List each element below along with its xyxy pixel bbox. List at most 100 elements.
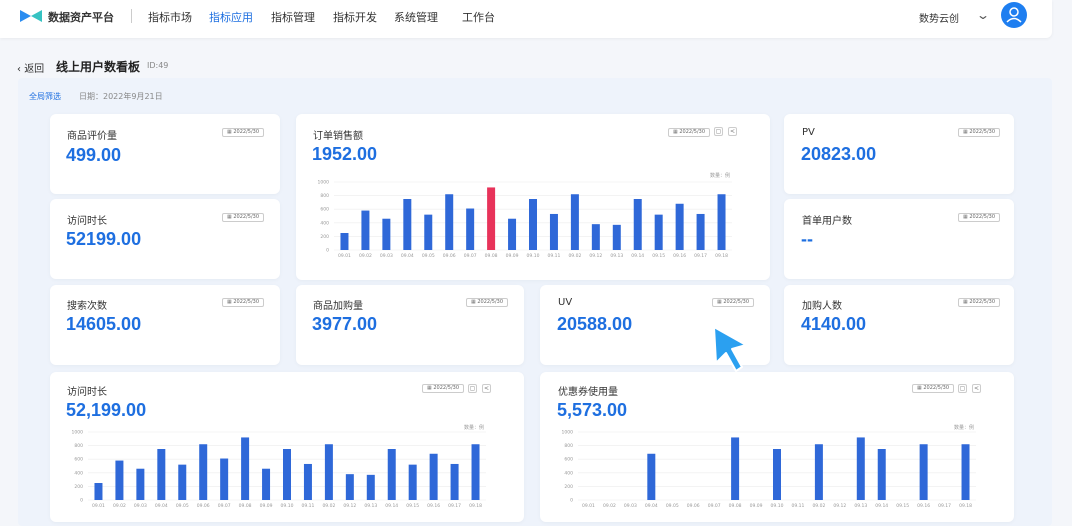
card-value: 52199.00 [66, 229, 142, 249]
chart-bar [283, 449, 291, 500]
chart-bar [961, 444, 970, 500]
x-tick-label: 09.14 [875, 503, 888, 509]
chart-bar [303, 463, 312, 500]
chart-bar [731, 437, 740, 500]
y-tick-label: 600 [320, 207, 329, 213]
x-tick-label: 09.01 [338, 253, 351, 259]
chart-bar [408, 464, 417, 500]
chart-bar [262, 468, 271, 500]
chart-bar [647, 453, 656, 500]
x-tick-label: 09.06 [687, 503, 700, 509]
chart-bar [633, 199, 642, 250]
global-filter-link[interactable]: 全局筛选 [29, 91, 61, 102]
x-tick-label: 09.02 [603, 503, 616, 509]
chart-bar [773, 449, 781, 500]
chevron-down-icon[interactable]: ⌄ [976, 8, 990, 22]
x-tick-label: 09.05 [176, 503, 189, 509]
chart-bar [220, 458, 229, 500]
chart-bar [366, 474, 375, 500]
x-tick-label: 09.10 [771, 503, 784, 509]
chart-bar [570, 194, 579, 250]
chart-bar [178, 464, 187, 500]
card-title: 首单用户数 [802, 216, 852, 227]
x-tick-label: 09.06 [197, 503, 210, 509]
x-tick-label: 09.11 [792, 503, 805, 509]
x-tick-label: 09.10 [281, 503, 294, 509]
user-avatar[interactable] [1001, 2, 1027, 28]
chart-bar [324, 444, 333, 500]
x-tick-label: 09.07 [218, 503, 231, 509]
y-tick-label: 1000 [72, 430, 84, 436]
x-tick-label: 09.12 [589, 253, 602, 259]
x-tick-label: 09.12 [833, 503, 846, 509]
page-title: 线上用户数看板 [56, 60, 141, 74]
chart-bar [675, 203, 684, 250]
date-picker[interactable]: 2022/5/30 [958, 213, 1000, 222]
card-value: 20588.00 [557, 314, 633, 334]
y-tick-label: 0 [326, 248, 329, 254]
chart-bar [136, 468, 145, 500]
chart-bar [612, 224, 621, 250]
y-tick-label: 200 [564, 484, 573, 490]
sales-bar-chart: 0 200 400 600 800 1000 09.01 09.02 09.03 09.04 09.… [318, 180, 732, 259]
card-first-order-users: 首单用户数 2022/5/30 -- [784, 199, 1014, 279]
chart-bar [529, 199, 537, 250]
chart-bar [696, 213, 705, 250]
x-tick-label: 09.13 [854, 503, 867, 509]
back-label: 返回 [24, 64, 45, 75]
x-tick-label: 09.04 [401, 253, 414, 259]
nav-item-metric-management[interactable]: 指标管理 [271, 9, 315, 25]
nav-divider [131, 9, 132, 23]
nav-item-metric-market[interactable]: 指标市场 [148, 9, 192, 25]
chart-bar [814, 444, 823, 500]
x-tick-label: 09.15 [896, 503, 909, 509]
date-picker[interactable]: 2022/5/30 [958, 298, 1000, 307]
date-picker[interactable]: 2022/5/30 [466, 298, 508, 307]
x-tick-label: 09.17 [938, 503, 951, 509]
date-picker[interactable]: 2022/5/30 [222, 213, 264, 222]
card-visit-duration: 访问时长 2022/5/30 52199.00 [50, 199, 280, 279]
x-tick-label: 09.04 [645, 503, 658, 509]
x-tick-label: 09.10 [527, 253, 540, 259]
nav-item-metric-development[interactable]: 指标开发 [333, 9, 377, 25]
x-tick-label: 09.06 [443, 253, 456, 259]
y-tick-label: 400 [564, 470, 573, 476]
x-tick-label: 09.01 [582, 503, 595, 509]
y-tick-label: 1000 [318, 180, 330, 186]
x-tick-label: 09.05 [422, 253, 435, 259]
date-picker[interactable]: 2022/5/30 [222, 298, 264, 307]
chart-bar [424, 214, 433, 250]
nav-item-workbench[interactable]: 工作台 [462, 9, 495, 25]
chart-bar [466, 208, 475, 250]
date-picker[interactable]: 2022/5/30 [958, 128, 1000, 137]
chart-bar [591, 224, 600, 250]
chart-bar [508, 218, 517, 250]
y-tick-label: 600 [74, 457, 83, 463]
x-tick-label: 09.04 [155, 503, 168, 509]
x-tick-label: 09.16 [427, 503, 440, 509]
date-label: 日期：2022年9月21日 [79, 92, 163, 101]
x-tick-label: 09.18 [715, 253, 728, 259]
y-tick-label: 800 [74, 443, 83, 449]
chart-bar [387, 449, 396, 500]
date-picker[interactable]: 2022/5/30 [712, 298, 754, 307]
nav-item-metric-application[interactable]: 指标应用 [209, 9, 253, 25]
x-tick-label: 09.02 [359, 253, 372, 259]
chart-bar [345, 474, 354, 500]
back-button[interactable]: ‹ 返回 [17, 60, 44, 75]
date-picker[interactable]: 2022/5/30 [222, 128, 264, 137]
x-tick-label: 09.18 [469, 503, 482, 509]
x-tick-label: 09.15 [406, 503, 419, 509]
x-tick-label: 09.01 [92, 503, 105, 509]
org-name[interactable]: 数势云创 [919, 10, 959, 25]
nav-item-system-management[interactable]: 系统管理 [394, 9, 438, 25]
x-tick-label: 09.13 [364, 503, 377, 509]
x-tick-label: 09.03 [380, 253, 393, 259]
chart-bar [549, 213, 558, 250]
x-tick-label: 09.17 [448, 503, 461, 509]
chart-bar [241, 437, 250, 500]
x-tick-label: 09.17 [694, 253, 707, 259]
card-value: 499.00 [66, 145, 122, 165]
card-visit-duration-chart: 访问时长 2022/5/30 ▢ < 52,199.00 数量：例 020040… [50, 372, 524, 522]
chart-bar [94, 483, 103, 500]
